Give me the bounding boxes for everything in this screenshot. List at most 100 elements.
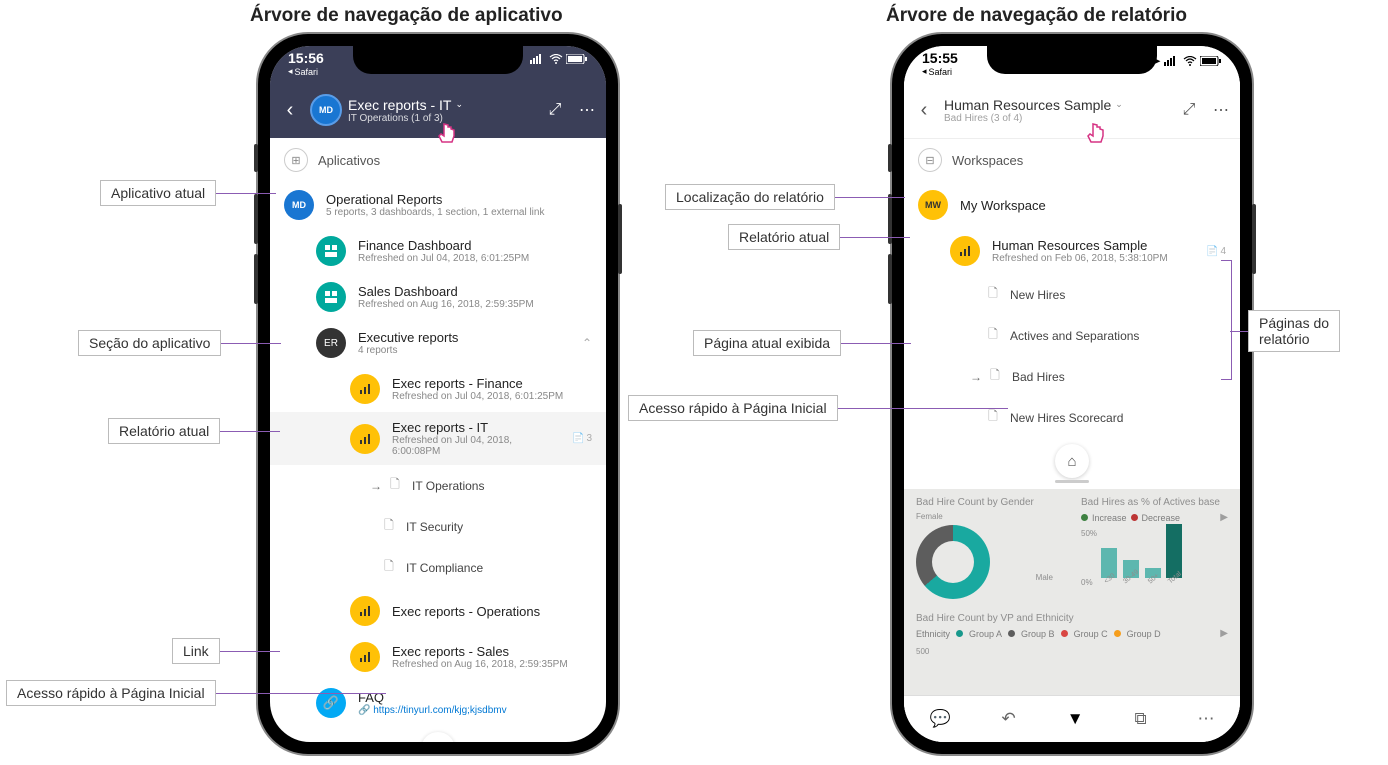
notch [353,46,523,74]
chevron-up-icon: ⌃ [582,336,592,350]
more-icon[interactable]: ⋯ [1198,709,1215,729]
dashboard-row[interactable]: Finance DashboardRefreshed on Jul 04, 20… [270,228,606,274]
chevron-down-icon: ⌄ [455,99,463,110]
callout-current-report: Relatório atual [728,224,840,250]
callout-app-section: Seção do aplicativo [78,330,221,356]
drag-handle[interactable] [1055,480,1089,483]
page-icon: 🗋 [986,407,1000,428]
undo-icon[interactable]: ↶ [1002,709,1016,729]
status-icons [530,50,588,64]
bar-chart: <30 30-49 50+ Total [1101,529,1182,587]
heading-report-tree: Árvore de navegação de relatório [886,5,1187,27]
report-row[interactable]: Exec reports - SalesRefreshed on Aug 16,… [270,634,606,680]
expand-icon[interactable]: ⤢ [542,101,568,119]
apps-root[interactable]: ⊞ Aplicativos [270,138,606,182]
report-page[interactable]: 🗋IT Compliance [270,547,606,588]
callout-home-access: Acesso rápido à Página Inicial [6,680,216,706]
status-time: 15:55 [922,50,958,66]
workspace-row[interactable]: MW My Workspace [904,182,1240,228]
report-row[interactable]: Exec reports - Operations [270,588,606,634]
nav-tree: ⊟ Workspaces MW My Workspace Human Resou… [904,138,1240,742]
report-icon [350,424,380,454]
header-title-dropdown[interactable]: Exec reports - IT⌄ IT Operations (1 of 3… [348,97,536,124]
home-button[interactable]: ⌂ [1055,444,1089,478]
report-page[interactable]: 🗋Actives and Separations [904,315,1240,356]
back-button[interactable]: ‹ [910,99,938,122]
chart-legend: Ethnicity Group A Group B Group C Group … [916,628,1228,639]
callout-current-report: Relatório atual [108,418,220,444]
page-icon: 🗋 [382,516,396,537]
report-icon [350,374,380,404]
home-icon: ⌂ [1067,453,1076,470]
report-page-current[interactable]: →🗋IT Operations [270,465,606,506]
status-icons: ➤ [1151,50,1222,68]
link-row[interactable]: 🔗 FAQ🔗 https://tinyurl.com/kjg;kjsdbmv [270,680,606,726]
chart-title: Bad Hire Count by Gender [916,497,1063,508]
back-to-safari[interactable]: ◂ Safari [922,66,958,77]
report-row[interactable]: Exec reports - FinanceRefreshed on Jul 0… [270,366,606,412]
home-icon: ⌂ [433,741,442,743]
filter-icon[interactable]: ▼ [1067,709,1084,729]
phone-report-tree: 15:55 ◂ Safari ➤ ‹ Human Resources Sampl… [892,34,1252,754]
status-time: 15:56 [288,50,324,66]
workspaces-root[interactable]: ⊟ Workspaces [904,138,1240,182]
chart-title: Bad Hire Count by VP and Ethnicity [916,613,1228,624]
callout-report-location: Localização do relatório [665,184,835,210]
page-icon: 🗋 [986,325,1000,346]
expand-icon[interactable]: ⤢ [1176,101,1202,119]
dashboard-row[interactable]: Sales DashboardRefreshed on Aug 16, 2018… [270,274,606,320]
page-count-badge: 📄4 [1206,246,1226,257]
current-app-row[interactable]: MD Operational Reports 5 reports, 3 dash… [270,182,606,228]
callout-report-pages: Páginas do relatório [1248,310,1340,352]
page-icon: 🗋 [388,475,402,496]
dashboard-icon [316,282,346,312]
report-page-current[interactable]: →🗋Bad Hires [904,356,1240,397]
link-icon: 🔗 [316,688,346,718]
page-icon: 🗋 [382,557,396,578]
pages-icon[interactable]: ⧉ [1134,709,1146,729]
arrow-right-icon: → [370,479,382,493]
heading-app-tree: Árvore de navegação de aplicativo [250,5,563,27]
report-row-current[interactable]: Human Resources SampleRefreshed on Feb 0… [904,228,1240,274]
report-icon [350,642,380,672]
nav-header: ‹ MD Exec reports - IT⌄ IT Operations (1… [270,82,606,138]
report-page[interactable]: 🗋New Hires Scorecard [904,397,1240,438]
nav-header: ‹ Human Resources Sample⌄ Bad Hires (3 o… [904,82,1240,139]
chevron-down-icon: ⌄ [1115,99,1123,110]
more-icon[interactable]: ⋯ [1208,100,1234,120]
donut-chart [916,525,990,599]
callout-link: Link [172,638,220,664]
page-icon: 🗋 [986,284,1000,305]
app-section-row[interactable]: ER Executive reports4 reports ⌃ [270,320,606,366]
header-title-dropdown[interactable]: Human Resources Sample⌄ Bad Hires (3 of … [944,97,1170,124]
more-icon[interactable]: ⋯ [574,100,600,120]
home-button[interactable]: ⌂ [421,732,455,742]
chart-legend: Increase Decrease▶ [1081,512,1228,523]
apps-icon: ⊞ [284,148,308,172]
chart-title: Bad Hires as % of Actives base [1081,497,1228,508]
callout-home-access: Acesso rápido à Página Inicial [628,395,838,421]
axis-label: 500 [916,647,1228,656]
page-count-badge: 📄3 [572,433,592,444]
app-avatar: MD [284,190,314,220]
callout-current-page: Página atual exibida [693,330,841,356]
callout-current-app: Aplicativo atual [100,180,216,206]
workspaces-icon: ⊟ [918,148,942,172]
back-to-safari[interactable]: ◂ Safari [288,66,324,77]
bottom-toolbar: 💬 ↶ ▼ ⧉ ⋯ [904,695,1240,742]
phone-app-tree: 15:56 ◂ Safari ‹ MD Exec reports - IT⌄ I… [258,34,618,754]
chart-label: Female [916,512,1063,521]
dashboard-icon [316,236,346,266]
workspace-avatar: MW [918,190,948,220]
report-icon [950,236,980,266]
report-page[interactable]: 🗋IT Security [270,506,606,547]
comment-icon[interactable]: 💬 [929,709,950,729]
report-row-current[interactable]: Exec reports - ITRefreshed on Jul 04, 20… [270,412,606,465]
notch [987,46,1157,74]
report-icon [350,596,380,626]
nav-tree: ⊞ Aplicativos MD Operational Reports 5 r… [270,138,606,742]
report-page[interactable]: 🗋New Hires [904,274,1240,315]
back-button[interactable]: ‹ [276,99,304,122]
arrow-right-icon: → [970,370,982,384]
page-icon: 🗋 [988,366,1002,387]
